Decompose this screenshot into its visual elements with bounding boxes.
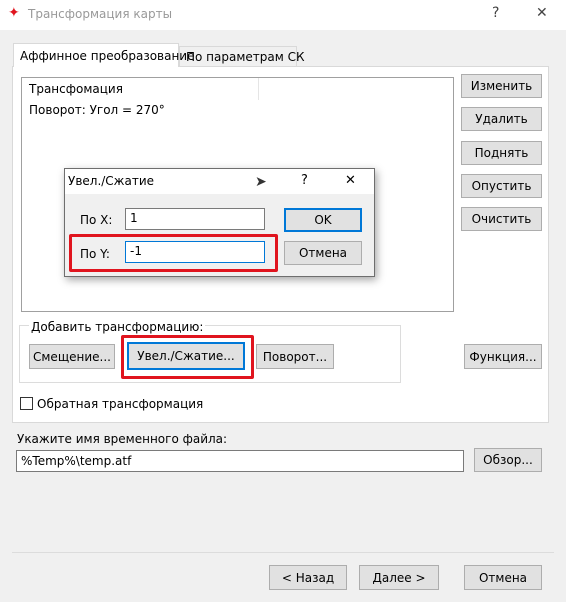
dialog-help-icon[interactable]: ?	[301, 173, 308, 188]
move-down-button[interactable]: Опустить	[461, 174, 542, 198]
move-up-button[interactable]: Поднять	[461, 141, 542, 165]
change-button[interactable]: Изменить	[461, 74, 542, 98]
dialog-cancel-button[interactable]: Отмена	[284, 241, 362, 265]
scale-dialog: Увел./Сжатие ➤ ? ✕ По X: 1 По Y: -1 OK О…	[64, 168, 375, 277]
temp-file-input[interactable]: %Temp%\temp.atf	[16, 450, 464, 472]
delete-button[interactable]: Удалить	[461, 107, 542, 131]
cursor-icon: ➤	[255, 174, 267, 190]
help-icon[interactable]: ?	[492, 5, 499, 21]
app-icon: ✦	[8, 5, 20, 21]
function-button[interactable]: Функция...	[464, 344, 542, 369]
y-label: По Y:	[80, 247, 110, 261]
shift-button[interactable]: Смещение...	[29, 344, 115, 369]
browse-button[interactable]: Обзор...	[474, 448, 542, 472]
scale-button[interactable]: Увел./Сжатие...	[127, 342, 245, 370]
tab-cs-params[interactable]: По параметрам СК	[179, 46, 305, 67]
inverse-checkbox-label: Обратная трансформация	[37, 397, 204, 411]
back-button[interactable]: < Назад	[269, 565, 347, 590]
dialog-title-bar: Увел./Сжатие ➤ ? ✕	[65, 169, 374, 194]
tab-cs-params-label: По параметрам СК	[186, 50, 305, 64]
transform-list-header: Трансфомация	[29, 82, 123, 96]
add-transform-label: Добавить трансформацию:	[29, 320, 206, 334]
dialog-ok-button[interactable]: OK	[284, 208, 362, 232]
x-scale-input[interactable]: 1	[125, 208, 265, 230]
y-scale-input[interactable]: -1	[125, 241, 265, 263]
cancel-button[interactable]: Отмена	[464, 565, 542, 590]
title-bar: ✦ Трансформация карты ? ✕	[0, 0, 566, 30]
tab-affine-label: Аффинное преобразование	[20, 49, 195, 63]
inverse-checkbox[interactable]	[20, 397, 33, 410]
window-title: Трансформация карты	[28, 7, 173, 21]
temp-file-label: Укажите имя временного файла:	[17, 432, 228, 446]
footer-separator	[12, 552, 554, 553]
clear-button[interactable]: Очистить	[461, 207, 542, 231]
x-label: По X:	[80, 213, 113, 227]
tab-affine[interactable]: Аффинное преобразование	[13, 43, 195, 67]
next-button[interactable]: Далее >	[359, 565, 439, 590]
rotate-button[interactable]: Поворот...	[256, 344, 334, 369]
dialog-close-icon[interactable]: ✕	[345, 173, 356, 188]
dialog-title: Увел./Сжатие	[68, 174, 155, 188]
column-divider	[258, 78, 259, 100]
list-item[interactable]: Поворот: Угол = 270°	[29, 103, 165, 117]
close-icon[interactable]: ✕	[536, 5, 548, 21]
